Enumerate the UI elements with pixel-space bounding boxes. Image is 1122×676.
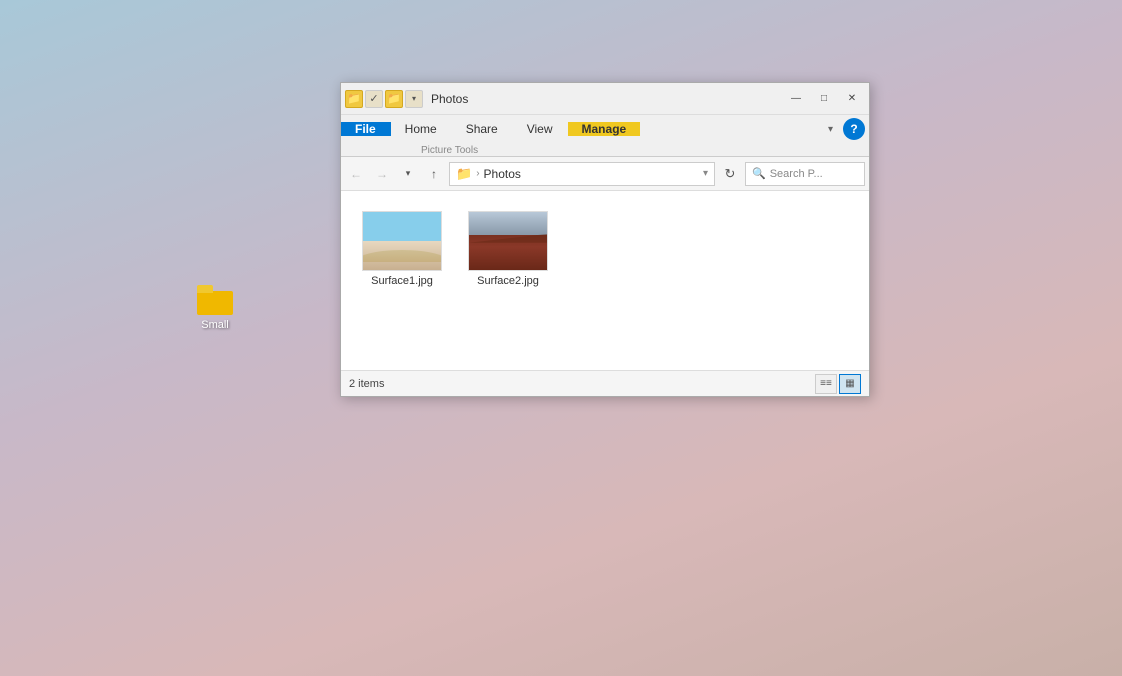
view-tiles-button[interactable]: ▦ bbox=[839, 374, 861, 394]
file-label-surface1: Surface1.jpg bbox=[371, 275, 433, 287]
title-bar: 📁 ✓ 📁 ▾ Photos — □ ✕ bbox=[341, 83, 869, 115]
window-title: Photos bbox=[431, 92, 783, 106]
folder2-tb-icon[interactable]: 📁 bbox=[385, 90, 403, 108]
path-folder-icon: 📁 bbox=[456, 166, 472, 182]
path-text: Photos bbox=[484, 167, 699, 181]
address-bar: ← → ▾ ↑ 📁 › Photos ▾ ↻ 🔍 Search P... bbox=[341, 157, 869, 191]
desktop-icon-label: Small bbox=[201, 319, 229, 331]
thumbnail-surface2 bbox=[468, 211, 548, 271]
back-button[interactable]: ← bbox=[345, 163, 367, 185]
explorer-window: 📁 ✓ 📁 ▾ Photos — □ ✕ File Home bbox=[340, 82, 870, 397]
view-toggle: ≡≡ ▦ bbox=[815, 374, 861, 394]
ribbon-tab-row: File Home Share View Manage ▾ ? bbox=[341, 115, 869, 143]
thumb-surface1-image bbox=[363, 212, 441, 270]
search-icon: 🔍 bbox=[752, 167, 766, 180]
item-count: 2 items bbox=[349, 378, 815, 390]
ribbon-sub-tab: Picture Tools bbox=[341, 143, 869, 156]
file-item-surface1[interactable]: Surface1.jpg bbox=[357, 207, 447, 291]
tab-share[interactable]: Share bbox=[452, 122, 513, 136]
content-area: Surface1.jpg Surface2.jpg bbox=[341, 191, 869, 370]
minimize-button[interactable]: — bbox=[783, 89, 809, 109]
folder-tb-icon[interactable]: 📁 bbox=[345, 90, 363, 108]
tab-home[interactable]: Home bbox=[391, 122, 452, 136]
check-tb-icon[interactable]: ✓ bbox=[365, 90, 383, 108]
ribbon: File Home Share View Manage ▾ ? Pi bbox=[341, 115, 869, 157]
titlebar-icons: 📁 ✓ 📁 ▾ bbox=[345, 90, 423, 108]
search-placeholder: Search P... bbox=[770, 168, 823, 180]
tab-file[interactable]: File bbox=[341, 122, 391, 136]
ribbon-chevron[interactable]: ▾ bbox=[822, 124, 839, 135]
tab-manage[interactable]: Manage bbox=[568, 122, 641, 136]
thumb-surface2-image bbox=[469, 212, 547, 270]
ribbon-help-button[interactable]: ? bbox=[843, 118, 865, 140]
search-box[interactable]: 🔍 Search P... bbox=[745, 162, 865, 186]
up-button[interactable]: ↑ bbox=[423, 163, 445, 185]
close-button[interactable]: ✕ bbox=[839, 89, 865, 109]
address-path[interactable]: 📁 › Photos ▾ bbox=[449, 162, 715, 186]
file-item-surface2[interactable]: Surface2.jpg bbox=[463, 207, 553, 291]
folder-shape bbox=[197, 285, 233, 315]
recent-locations-button[interactable]: ▾ bbox=[397, 163, 419, 185]
dropdown-tb-icon[interactable]: ▾ bbox=[405, 90, 423, 108]
maximize-button[interactable]: □ bbox=[811, 89, 837, 109]
thumbnail-surface1 bbox=[362, 211, 442, 271]
path-dropdown-icon[interactable]: ▾ bbox=[703, 168, 708, 179]
view-details-button[interactable]: ≡≡ bbox=[815, 374, 837, 394]
forward-button[interactable]: → bbox=[371, 163, 393, 185]
tab-view[interactable]: View bbox=[513, 122, 568, 136]
desktop-folder-icon[interactable]: Small bbox=[185, 285, 245, 331]
refresh-button[interactable]: ↻ bbox=[719, 163, 741, 185]
desktop: Small 📁 ✓ 📁 ▾ Photos — □ ✕ File bbox=[0, 0, 1122, 676]
file-label-surface2: Surface2.jpg bbox=[477, 275, 539, 287]
status-bar: 2 items ≡≡ ▦ bbox=[341, 370, 869, 396]
path-arrow: › bbox=[476, 168, 479, 179]
window-controls: — □ ✕ bbox=[783, 89, 865, 109]
